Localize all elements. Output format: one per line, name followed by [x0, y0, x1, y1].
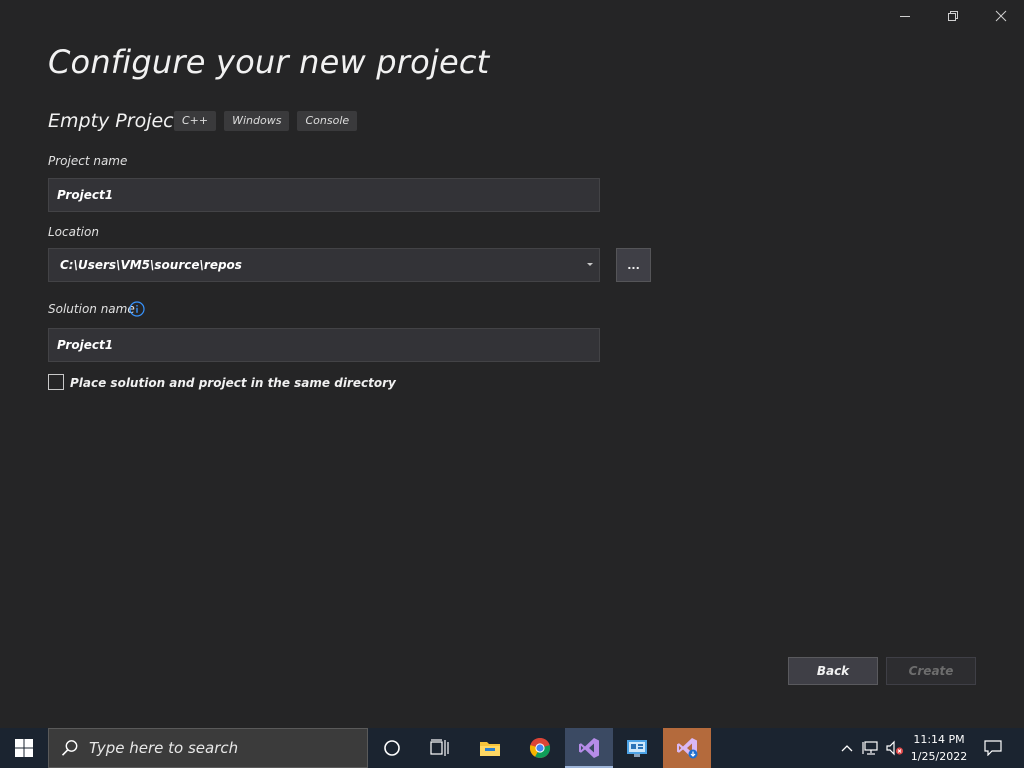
solution-name-label: Solution name — [48, 302, 135, 316]
visual-studio-installer-button[interactable] — [663, 728, 711, 768]
location-value: C:\Users\VM5\source\repos — [60, 258, 242, 272]
file-explorer-button[interactable] — [466, 728, 514, 768]
network-button[interactable] — [860, 728, 882, 768]
taskbar: Type here to search 11:14 PM 1/25/2022 — [0, 728, 1024, 768]
chrome-icon — [529, 737, 551, 758]
search-icon — [61, 740, 78, 756]
action-center-button[interactable] — [978, 728, 1008, 768]
chevron-up-icon — [841, 745, 853, 752]
back-button[interactable]: Back — [788, 657, 878, 685]
template-name: Empty Project — [48, 110, 182, 132]
notification-icon — [984, 740, 1002, 756]
location-combobox[interactable]: C:\Users\VM5\source\repos — [48, 248, 600, 282]
taskbar-search-box[interactable]: Type here to search — [48, 728, 368, 768]
close-icon — [995, 10, 1007, 22]
visual-studio-button[interactable] — [565, 728, 613, 768]
task-view-button[interactable] — [416, 728, 464, 768]
minimize-button[interactable] — [881, 0, 929, 32]
solution-name-value: Project1 — [57, 338, 114, 352]
close-button[interactable] — [977, 0, 1024, 32]
volume-button[interactable] — [884, 728, 906, 768]
clock-time: 11:14 PM — [913, 733, 965, 746]
template-tags: C++ Windows Console — [174, 111, 358, 131]
restore-icon — [948, 11, 958, 21]
task-view-icon — [430, 739, 449, 756]
browse-button[interactable]: ... — [616, 248, 651, 282]
same-directory-label[interactable]: Place solution and project in the same d… — [70, 376, 396, 390]
visual-studio-icon — [579, 738, 599, 758]
create-button[interactable]: Create — [886, 657, 976, 685]
taskbar-clock[interactable]: 11:14 PM 1/25/2022 — [910, 731, 968, 765]
info-icon[interactable] — [129, 301, 145, 317]
tag-console: Console — [297, 111, 358, 131]
network-icon — [862, 741, 878, 755]
project-name-label: Project name — [48, 154, 128, 168]
location-label: Location — [48, 225, 99, 239]
same-directory-checkbox[interactable] — [48, 374, 64, 390]
tag-cpp: C++ — [174, 111, 217, 131]
chrome-button[interactable] — [516, 728, 564, 768]
solution-name-input[interactable]: Project1 — [48, 328, 600, 362]
tag-windows: Windows — [224, 111, 290, 131]
page-title: Configure your new project — [48, 43, 490, 81]
cortana-button[interactable] — [368, 728, 416, 768]
windows-logo-icon — [15, 739, 33, 757]
minimize-icon — [900, 16, 910, 17]
restore-button[interactable] — [929, 0, 977, 32]
project-name-value: Project1 — [57, 188, 114, 202]
start-button[interactable] — [0, 728, 48, 768]
show-hidden-icons-button[interactable] — [838, 728, 856, 768]
control-panel-icon — [627, 740, 647, 757]
volume-muted-icon — [886, 740, 904, 756]
project-name-input[interactable]: Project1 — [48, 178, 600, 212]
cortana-icon — [384, 740, 400, 756]
control-panel-button[interactable] — [613, 728, 661, 768]
chevron-down-icon[interactable] — [587, 263, 593, 266]
search-placeholder: Type here to search — [89, 739, 239, 757]
visual-studio-installer-icon — [677, 738, 698, 759]
file-explorer-icon — [480, 742, 500, 756]
clock-date: 1/25/2022 — [910, 750, 968, 763]
